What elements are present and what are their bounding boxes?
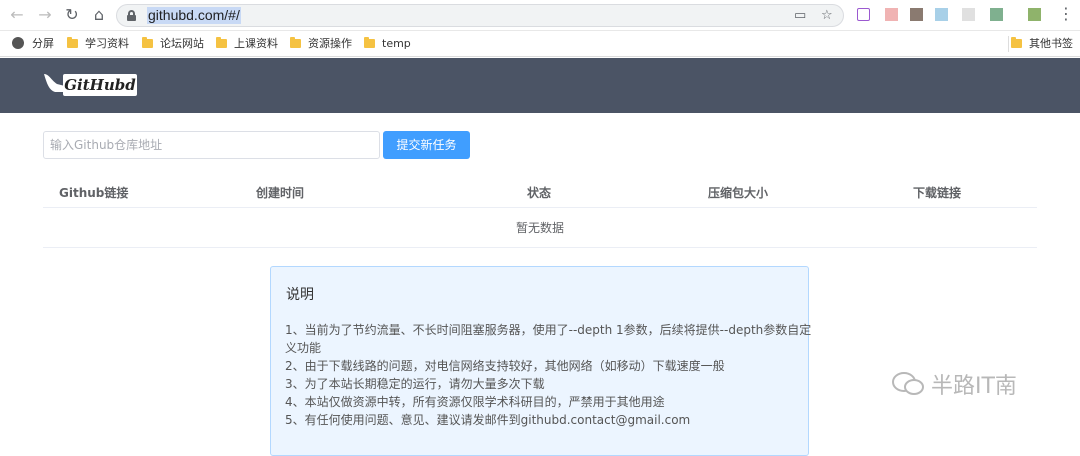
star-icon[interactable]: ☆ (821, 8, 833, 23)
blurred-extension-icon[interactable] (910, 8, 923, 21)
home-icon[interactable]: ⌂ (90, 6, 108, 24)
notice-line: 1、当前为了节约流量、不长时间阻塞服务器，使用了--depth 1参数，后续将提… (285, 323, 812, 337)
empty-state: 暂无数据 (43, 209, 1037, 248)
table-header: Github链接 创建时间 状态 压缩包大小 下载链接 (43, 176, 1037, 208)
column-header: 下载链接 (913, 186, 962, 200)
column-header: 创建时间 (256, 186, 305, 200)
wechat-icon (892, 372, 924, 395)
reload-icon[interactable]: ↻ (63, 6, 81, 24)
bookmark-folder[interactable]: 资源操作 (290, 36, 352, 52)
blurred-extension-icon[interactable] (1028, 8, 1041, 21)
bookmark-folder[interactable]: 上课资料 (216, 36, 278, 52)
submit-task-button[interactable]: 提交新任务 (383, 131, 470, 159)
back-arrow-icon[interactable]: ← (8, 6, 26, 24)
watermark: 半路IT南 (891, 371, 1017, 401)
lock-icon (127, 10, 136, 21)
bookmark-folder[interactable]: temp (364, 36, 411, 52)
column-header: Github链接 (59, 186, 129, 200)
notice-line: 5、有任何使用问题、意见、建议请发邮件到githubd.contact@gmai… (285, 413, 691, 427)
folder-icon (142, 37, 153, 48)
folder-icon (216, 37, 227, 48)
column-header: 压缩包大小 (708, 186, 769, 200)
notice-line: 3、为了本站长期稳定的运行，请勿大量多次下载 (285, 377, 545, 391)
notice-box: 说明 1、当前为了节约流量、不长时间阻塞服务器，使用了--depth 1参数，后… (270, 266, 811, 456)
folder-icon (364, 37, 375, 48)
notice-title: 说明 (286, 287, 314, 303)
blurred-extension-icon[interactable] (962, 8, 975, 21)
task-table: Github链接 创建时间 状态 压缩包大小 下载链接 暂无数据 (43, 176, 1037, 248)
folder-icon (1011, 37, 1022, 48)
blurred-extension-icon[interactable] (885, 8, 898, 21)
repo-url-input[interactable] (43, 131, 380, 159)
forward-arrow-icon[interactable]: → (36, 6, 54, 24)
folder-icon (67, 37, 78, 48)
browser-toolbar: ← → ↻ ⌂ githubd.com/#/ ▭ ☆ ⋮ (0, 0, 1080, 31)
extension-icon[interactable] (857, 8, 870, 21)
blurred-extension-icon[interactable] (935, 8, 948, 21)
bookmark-split-screen[interactable]: 分屏 (12, 36, 54, 52)
notice-line: 4、本站仅做资源中转，所有资源仅限学术科研目的，严禁用于其他用途 (285, 395, 665, 409)
address-bar[interactable]: githubd.com/#/ ▭ ☆ (116, 4, 844, 27)
folder-icon (290, 37, 301, 48)
menu-icon[interactable]: ⋮ (1058, 5, 1074, 23)
blurred-extension-icon[interactable] (990, 8, 1003, 21)
bookmarks-bar: 分屏 学习资料 论坛网站 上课资料 资源操作 temp 其他书签 (0, 31, 1080, 57)
cast-icon[interactable]: ▭ (794, 8, 806, 23)
logo-text: GitHubd (63, 74, 137, 96)
column-header: 状态 (527, 186, 552, 200)
bookmark-folder[interactable]: 论坛网站 (142, 36, 204, 52)
notice-line: 2、由于下载线路的问题，对电信网络支持较好，其他网络（如移动）下载速度一般 (285, 359, 725, 373)
other-bookmarks[interactable]: 其他书签 (1008, 36, 1073, 52)
notice-line: 义功能 (285, 341, 322, 355)
globe-icon (12, 37, 24, 49)
watermark-text: 半路IT南 (931, 374, 1017, 399)
site-header: GitHubd (0, 58, 1080, 113)
bookmark-folder[interactable]: 学习资料 (67, 36, 129, 52)
url-text[interactable]: githubd.com/#/ (147, 7, 241, 24)
